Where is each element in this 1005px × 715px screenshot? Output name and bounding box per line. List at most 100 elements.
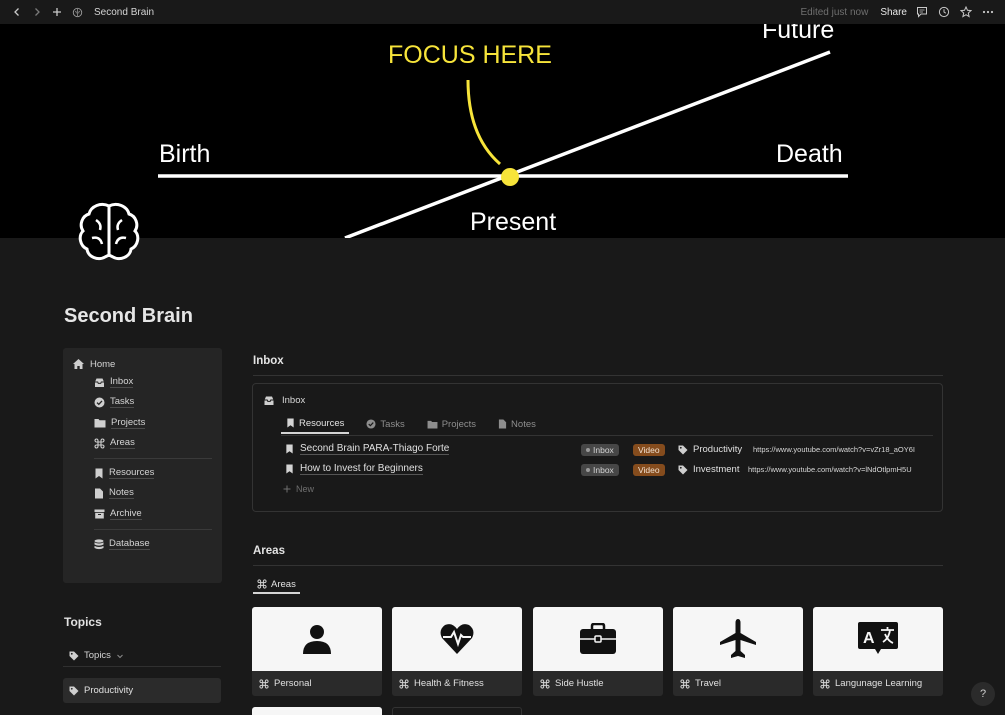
tab-label: Projects xyxy=(441,418,477,430)
sidebar-label-archive: Archive xyxy=(110,508,142,520)
focus-here-label: FOCUS HERE xyxy=(388,41,552,69)
page-title: Second Brain xyxy=(64,305,193,327)
forward-arrow-icon[interactable] xyxy=(30,5,44,19)
status-badge: Inbox xyxy=(581,464,619,476)
gallery-card-personal[interactable]: Personal xyxy=(252,607,382,696)
status-dot xyxy=(586,468,590,472)
help-button[interactable]: ? xyxy=(971,682,995,706)
url-link[interactable]: https://www.youtube.com/watch?v=vZr18_aO… xyxy=(753,445,933,454)
bookmark-icon xyxy=(286,464,293,474)
tab-tasks[interactable]: Tasks xyxy=(361,414,409,434)
status-badge: Inbox xyxy=(581,444,619,456)
command-key-icon xyxy=(820,678,830,689)
sidebar-item-database[interactable]: Database xyxy=(94,538,150,550)
document-icon xyxy=(95,488,103,498)
sidebar-label-tasks: Tasks xyxy=(110,396,135,408)
tag-icon xyxy=(69,651,79,660)
card-title: Health & Fitness xyxy=(399,678,484,689)
topic-item-productivity[interactable]: Productivity xyxy=(63,678,221,703)
card-cover: A xyxy=(813,607,943,671)
url-link[interactable]: https://www.youtube.com/watch?v=lNdOtlpm… xyxy=(748,465,933,474)
card-title: Travel xyxy=(680,678,721,689)
topic-cell[interactable]: Investment xyxy=(678,464,739,475)
page-brain-icon xyxy=(70,5,84,19)
gallery-card-language-learning[interactable]: A Langunage Learning xyxy=(813,607,943,696)
topic-text: Investment xyxy=(693,464,740,475)
gallery-card-health-fitness[interactable]: Health & Fitness xyxy=(392,607,522,696)
plus-icon xyxy=(283,485,291,493)
cover-image[interactable]: FOCUS HERE Future Birth Death Present xyxy=(0,16,1005,240)
command-key-icon xyxy=(540,678,550,689)
tab-label: Notes xyxy=(511,418,536,430)
page-brain-icon-large[interactable] xyxy=(74,198,144,268)
item-title: How to Invest for Beginners xyxy=(300,463,423,475)
card-label: Side Hustle xyxy=(555,678,604,689)
top-bar: Second Brain Edited just now Share xyxy=(0,0,1005,24)
more-options-icon[interactable] xyxy=(981,5,995,19)
timeline-diagram: FOCUS HERE Future Birth Death Present xyxy=(158,16,848,240)
sidebar-item-tasks[interactable]: Tasks xyxy=(94,396,135,408)
favorite-star-icon[interactable] xyxy=(959,5,973,19)
command-key-icon xyxy=(259,678,269,689)
folder-icon xyxy=(94,419,106,428)
gallery-card-partial[interactable] xyxy=(392,707,522,715)
card-cover xyxy=(392,607,522,671)
list-item[interactable]: Second Brain PARA-Thiago Forte xyxy=(285,443,450,455)
sidebar-label-database: Database xyxy=(109,538,150,550)
tab-resources[interactable]: Resources xyxy=(281,414,350,434)
topic-cell[interactable]: Productivity xyxy=(678,444,742,455)
sidebar-label-projects: Projects xyxy=(111,417,146,429)
check-circle-icon xyxy=(94,397,105,407)
command-key-icon xyxy=(680,678,690,689)
card-title: Langunage Learning xyxy=(820,678,922,689)
breadcrumb-title[interactable]: Second Brain xyxy=(94,7,154,18)
gallery-card-side-hustle[interactable]: Side Hustle xyxy=(533,607,663,696)
command-key-icon xyxy=(94,437,105,449)
history-clock-icon[interactable] xyxy=(937,5,951,19)
topic-text: Productivity xyxy=(693,444,743,455)
tab-projects[interactable]: Projects xyxy=(422,414,481,434)
topics-view-selector[interactable]: Topics xyxy=(63,645,221,667)
sidebar-item-projects[interactable]: Projects xyxy=(94,417,146,429)
card-title: Personal xyxy=(259,678,312,689)
tab-notes[interactable]: Notes xyxy=(493,414,541,434)
sidebar-item-notes[interactable]: Notes xyxy=(94,487,134,499)
inbox-database-view: Inbox Resources Tasks Projects Notes Sec… xyxy=(252,383,943,512)
heart-pulse-icon xyxy=(440,624,474,654)
comments-icon[interactable] xyxy=(915,5,929,19)
list-item[interactable]: How to Invest for Beginners xyxy=(285,463,423,475)
sidebar-item-resources[interactable]: Resources xyxy=(94,467,155,479)
briefcase-icon xyxy=(580,623,616,654)
command-key-icon xyxy=(257,579,267,589)
inbox-heading-divider xyxy=(253,375,943,376)
chevron-down-icon xyxy=(117,654,123,658)
nav-group: Second Brain xyxy=(10,5,154,19)
new-row-button[interactable]: New xyxy=(283,484,314,494)
sidebar-item-inbox[interactable]: Inbox xyxy=(94,376,134,388)
inbox-tray-icon xyxy=(95,378,104,387)
inbox-view-title[interactable]: Inbox xyxy=(263,395,305,406)
database-icon xyxy=(94,538,104,549)
top-bar-actions: Edited just now Share xyxy=(800,5,995,19)
back-arrow-icon[interactable] xyxy=(10,5,24,19)
card-cover xyxy=(533,607,663,671)
tag-icon xyxy=(678,465,688,474)
share-button[interactable]: Share xyxy=(880,7,907,18)
gallery-card-travel[interactable]: Travel xyxy=(673,607,803,696)
card-label: Personal xyxy=(274,678,312,689)
birth-label: Birth xyxy=(159,140,210,168)
new-page-plus-icon[interactable] xyxy=(50,5,64,19)
tab-label: Resources xyxy=(299,417,345,429)
check-circle-icon xyxy=(366,419,376,429)
gallery-card-partial[interactable] xyxy=(252,707,382,715)
sidebar-item-archive[interactable]: Archive xyxy=(94,508,142,520)
document-icon xyxy=(498,419,507,429)
svg-text:A: A xyxy=(863,630,875,647)
card-label: Health & Fitness xyxy=(414,678,484,689)
sidebar-item-home[interactable]: Home xyxy=(72,358,115,370)
item-title: Second Brain PARA-Thiago Forte xyxy=(300,443,450,455)
sidebar-label-home: Home xyxy=(90,358,116,370)
sidebar-item-areas[interactable]: Areas xyxy=(94,437,135,449)
tab-areas[interactable]: Areas xyxy=(253,576,300,594)
topic-label: Productivity xyxy=(84,685,134,696)
